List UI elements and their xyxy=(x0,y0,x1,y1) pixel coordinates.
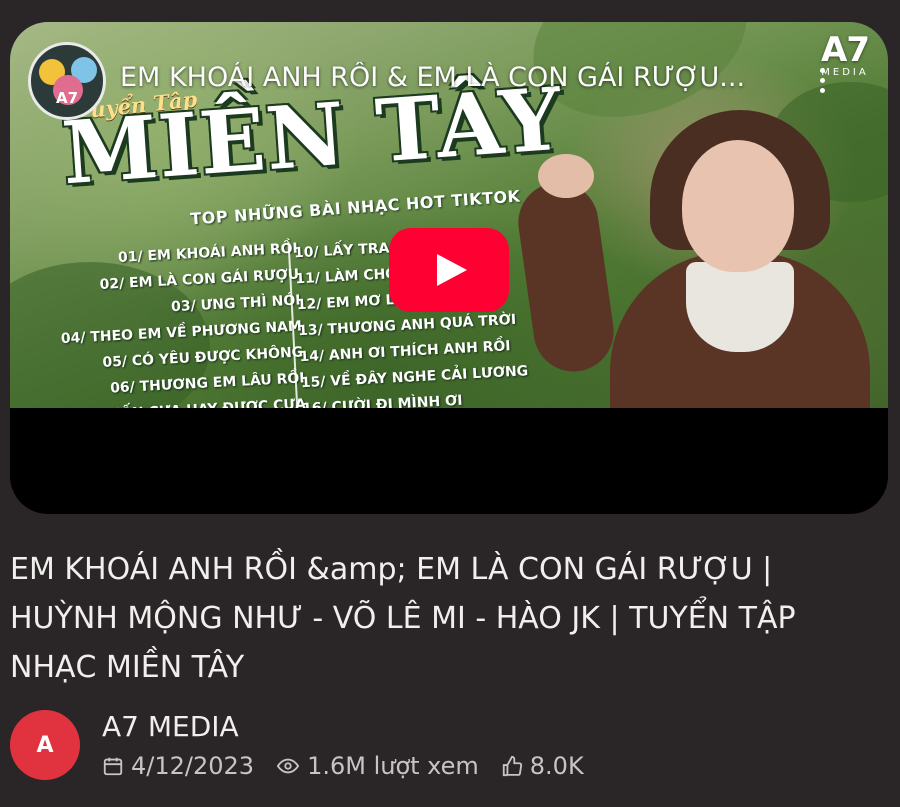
view-count: 1.6M lượt xem xyxy=(307,752,479,780)
like-count: 8.0K xyxy=(529,752,584,780)
avatar[interactable]: A xyxy=(10,710,80,780)
player-video-title[interactable]: EM KHOÁI ANH RỒI & EM LÀ CON GÁI RƯỢU... xyxy=(120,62,810,93)
tracklist-left: 01/ EM KHOÁI ANH RỒI 02/ EM LÀ CON GÁI R… xyxy=(47,236,307,408)
video-title[interactable]: EM KHOÁI ANH RỒI &amp; EM LÀ CON GÁI RƯỢ… xyxy=(10,545,880,692)
woman-collar xyxy=(686,262,794,352)
play-button[interactable] xyxy=(389,228,509,312)
play-icon xyxy=(437,254,467,286)
channel-name[interactable]: A7 MEDIA xyxy=(102,710,239,743)
brand-watermark: A7 xyxy=(821,30,870,70)
video-player[interactable]: uyển Tập MIỀN TÂY TOP NHỮNG BÀI NHẠC HOT… xyxy=(10,22,888,514)
views-item: 1.6M lượt xem xyxy=(276,752,479,780)
woman-face xyxy=(682,140,794,272)
calendar-icon xyxy=(103,757,123,776)
upload-date: 4/12/2023 xyxy=(131,752,255,780)
video-thumbnail[interactable]: uyển Tập MIỀN TÂY TOP NHỮNG BÀI NHẠC HOT… xyxy=(10,22,888,408)
likes-item[interactable]: 8.0K xyxy=(501,752,584,780)
video-meta: 4/12/2023 1.6M lượt xem 8.0K xyxy=(102,750,606,782)
eye-icon xyxy=(276,758,300,774)
kebab-menu-icon[interactable] xyxy=(816,68,828,98)
thumbnail-subtitle: TOP NHỮNG BÀI NHẠC HOT TIKTOK xyxy=(189,186,522,229)
channel-logo[interactable]: A7 xyxy=(28,42,106,120)
channel-logo-text: A7 xyxy=(55,89,79,107)
thumbs-up-icon xyxy=(502,755,522,777)
date-item: 4/12/2023 xyxy=(102,752,254,780)
